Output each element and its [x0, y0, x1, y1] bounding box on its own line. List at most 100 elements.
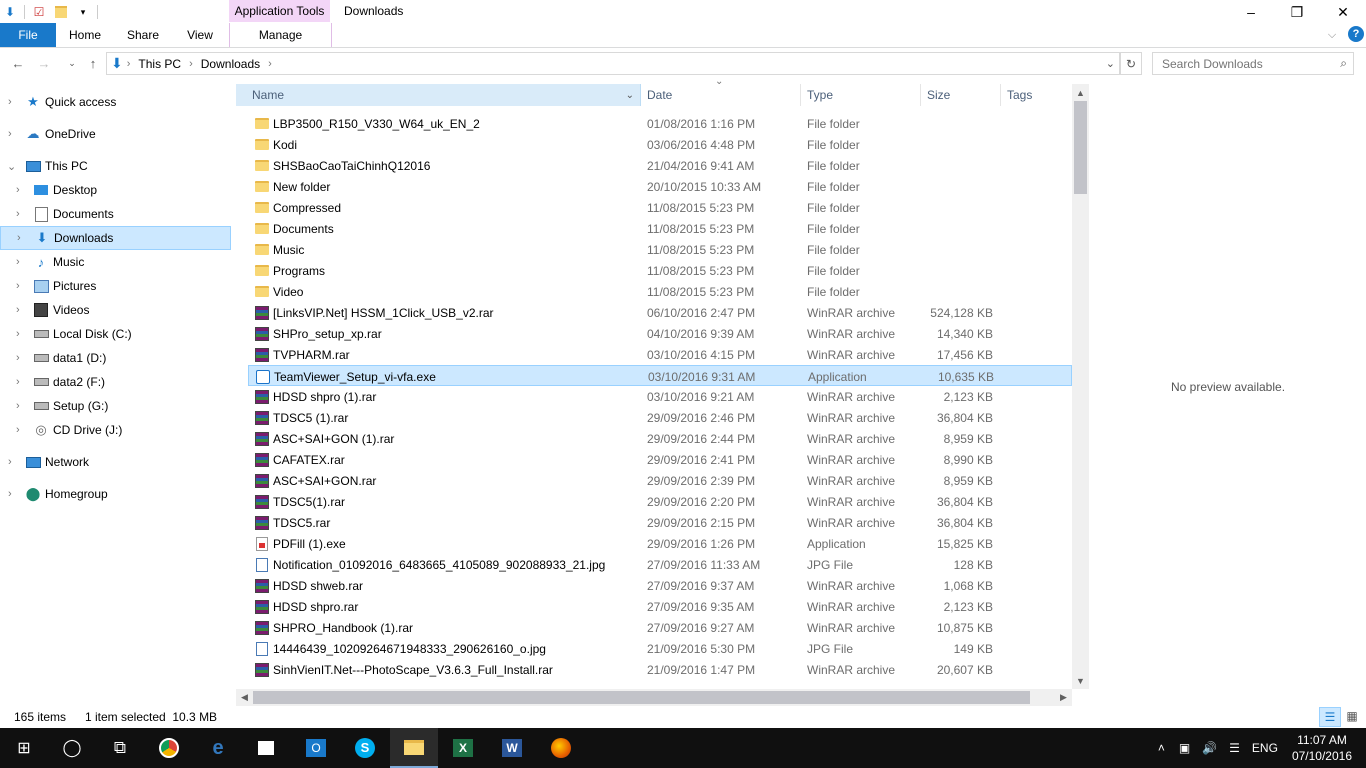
file-row[interactable]: HDSD shweb.rar 27/09/2016 9:37 AM WinRAR a…: [248, 575, 1072, 596]
chevron-right-icon[interactable]: ›: [16, 304, 20, 316]
volume-icon[interactable]: 🔊: [1202, 741, 1217, 755]
file-row[interactable]: Programs 11/08/2015 5:23 PM File folder: [248, 260, 1072, 281]
chevron-right-icon[interactable]: ›: [16, 280, 20, 292]
taskbar-chrome[interactable]: [145, 728, 193, 768]
chevron-right-icon[interactable]: ›: [17, 232, 21, 244]
breadcrumb-this-pc[interactable]: This PC: [138, 57, 181, 71]
sidebar-item-data1-d[interactable]: › data1 (D:): [0, 346, 231, 370]
file-row[interactable]: SinhVienIT.Net---PhotoScape_V3.6.3_Full_…: [248, 659, 1072, 680]
breadcrumb-separator[interactable]: ›: [127, 58, 131, 70]
sidebar-item-onedrive[interactable]: › ☁ OneDrive: [0, 122, 231, 146]
breadcrumb-downloads[interactable]: Downloads: [201, 57, 260, 71]
column-size-header[interactable]: Size: [921, 84, 1001, 106]
sidebar-item-documents[interactable]: › Documents: [0, 202, 231, 226]
chevron-right-icon[interactable]: ›: [16, 376, 20, 388]
sidebar-item-network[interactable]: › Network: [0, 450, 231, 474]
file-row[interactable]: Music 11/08/2015 5:23 PM File folder: [248, 239, 1072, 260]
sidebar-item-setup-g[interactable]: › Setup (G:): [0, 394, 231, 418]
taskbar-firefox[interactable]: [537, 728, 585, 768]
file-row[interactable]: Video 11/08/2015 5:23 PM File folder: [248, 281, 1072, 302]
taskbar-excel[interactable]: X: [439, 728, 487, 768]
sidebar-item-downloads[interactable]: › ⬇ Downloads: [0, 226, 231, 250]
scroll-right-icon[interactable]: ▶: [1055, 689, 1072, 706]
vertical-scroll-thumb[interactable]: [1074, 101, 1087, 194]
file-row[interactable]: PDFill (1).exe 29/09/2016 1:26 PM Applicat…: [248, 533, 1072, 554]
chevron-right-icon[interactable]: ›: [16, 424, 20, 436]
file-row[interactable]: HDSD shpro.rar 27/09/2016 9:35 AM WinRAR a…: [248, 596, 1072, 617]
chevron-right-icon[interactable]: ›: [16, 400, 20, 412]
taskbar-store[interactable]: [242, 728, 290, 768]
refresh-button[interactable]: ↻: [1120, 52, 1142, 75]
file-row[interactable]: TVPHARM.rar 03/10/2016 4:15 PM WinRAR arch…: [248, 344, 1072, 365]
tab-view[interactable]: View: [180, 23, 220, 47]
tab-file[interactable]: File: [0, 23, 56, 47]
breadcrumb-separator[interactable]: ›: [189, 58, 193, 70]
sidebar-item-homegroup[interactable]: › ⬤ Homegroup: [0, 482, 231, 506]
column-date-header[interactable]: Date ⌄: [641, 76, 801, 106]
properties-icon[interactable]: ☑: [31, 4, 47, 20]
file-row[interactable]: SHPro_setup_xp.rar 04/10/2016 9:39 AM WinR…: [248, 323, 1072, 344]
sidebar-item-local-disk-c[interactable]: › Local Disk (C:): [0, 322, 231, 346]
chevron-right-icon[interactable]: ›: [16, 256, 20, 268]
file-row[interactable]: TDSC5 (1).rar 29/09/2016 2:46 PM WinRAR ar…: [248, 407, 1072, 428]
chevron-right-icon[interactable]: ›: [16, 184, 20, 196]
new-folder-icon[interactable]: [53, 4, 69, 20]
address-bar[interactable]: ⬇ › This PC › Downloads › ⌄: [106, 52, 1120, 75]
file-row[interactable]: Kodi 03/06/2016 4:48 PM File folder: [248, 134, 1072, 155]
recent-locations-icon[interactable]: ⌄: [63, 54, 81, 72]
file-row[interactable]: SHSBaoCaoTaiChinhQ12016 21/04/2016 9:41 A…: [248, 155, 1072, 176]
minimize-button[interactable]: –: [1228, 0, 1274, 24]
chevron-right-icon[interactable]: ›: [16, 208, 20, 220]
network-tray-icon[interactable]: ▣: [1179, 741, 1190, 755]
task-view-button[interactable]: ⧉: [96, 728, 144, 768]
sidebar-item-quick-access[interactable]: › ★ Quick access: [0, 90, 231, 114]
tab-share[interactable]: Share: [122, 23, 164, 47]
up-icon[interactable]: ↑: [84, 54, 102, 72]
sidebar-item-data2-f[interactable]: › data2 (F:): [0, 370, 231, 394]
taskbar-edge[interactable]: e: [194, 728, 242, 768]
file-row[interactable]: Documents 11/08/2015 5:23 PM File folder: [248, 218, 1072, 239]
details-view-button[interactable]: ☰: [1319, 707, 1341, 727]
column-name-header[interactable]: Name ⌄: [236, 84, 641, 106]
taskbar-outlook[interactable]: O: [292, 728, 340, 768]
file-row[interactable]: TeamViewer_Setup_vi-vfa.exe 03/10/2016 9:…: [248, 365, 1072, 386]
tab-manage[interactable]: Manage: [229, 23, 332, 47]
file-row[interactable]: [LinksVIP.Net] HSSM_1Click_USB_v2.rar 06/…: [248, 302, 1072, 323]
address-dropdown-icon[interactable]: ⌄: [1106, 57, 1115, 70]
close-button[interactable]: ✕: [1320, 0, 1366, 24]
breadcrumb-separator[interactable]: ›: [268, 58, 272, 70]
forward-icon[interactable]: →: [35, 54, 53, 72]
file-row[interactable]: HDSD shpro (1).rar 03/10/2016 9:21 AM WinR…: [248, 386, 1072, 407]
chevron-right-icon[interactable]: ›: [8, 456, 12, 468]
file-row[interactable]: TDSC5(1).rar 29/09/2016 2:20 PM WinRAR arc…: [248, 491, 1072, 512]
expand-ribbon-icon[interactable]: ⌵: [1324, 27, 1340, 43]
file-row[interactable]: 14446439_10209264671948333_290626160_o.j…: [248, 638, 1072, 659]
search-icon[interactable]: ⌕: [1340, 56, 1347, 71]
show-hidden-icons-icon[interactable]: ˄: [1158, 741, 1165, 755]
sidebar-item-cd-drive-j[interactable]: › ◎ CD Drive (J:): [0, 418, 231, 442]
file-row[interactable]: Notification_01092016_6483665_4105089_90…: [248, 554, 1072, 575]
sidebar-item-desktop[interactable]: › Desktop: [0, 178, 231, 202]
column-type-header[interactable]: Type: [801, 84, 921, 106]
maximize-button[interactable]: ❐: [1274, 0, 1320, 24]
chevron-right-icon[interactable]: ›: [8, 488, 12, 500]
sidebar-item-this-pc[interactable]: ⌄ This PC: [0, 154, 231, 178]
scroll-left-icon[interactable]: ◀: [236, 689, 253, 706]
file-row[interactable]: ASC+SAI+GON (1).rar 29/09/2016 2:44 PM Win…: [248, 428, 1072, 449]
help-icon[interactable]: ?: [1348, 26, 1364, 42]
taskbar-file-explorer[interactable]: [390, 728, 438, 768]
action-center-icon[interactable]: ☰: [1229, 741, 1240, 755]
file-row[interactable]: Compressed 11/08/2015 5:23 PM File folder: [248, 197, 1072, 218]
language-indicator[interactable]: ENG: [1252, 741, 1278, 755]
large-icons-view-button[interactable]: ▦: [1342, 707, 1362, 725]
chevron-right-icon[interactable]: ›: [16, 328, 20, 340]
search-box[interactable]: ⌕: [1152, 52, 1354, 75]
cortana-button[interactable]: ◯: [48, 728, 96, 768]
customize-qat-icon[interactable]: ▾: [75, 4, 91, 20]
chevron-down-icon[interactable]: ⌄: [626, 90, 634, 101]
file-row[interactable]: CAFATEX.rar 29/09/2016 2:41 PM WinRAR arch…: [248, 449, 1072, 470]
scroll-up-icon[interactable]: ▲: [1072, 84, 1089, 101]
file-row[interactable]: LBP3500_R150_V330_W64_uk_EN_2 01/08/2016 …: [248, 113, 1072, 134]
file-row[interactable]: SHPRO_Handbook (1).rar 27/09/2016 9:27 AM…: [248, 617, 1072, 638]
chevron-down-icon[interactable]: ⌄: [7, 160, 16, 173]
